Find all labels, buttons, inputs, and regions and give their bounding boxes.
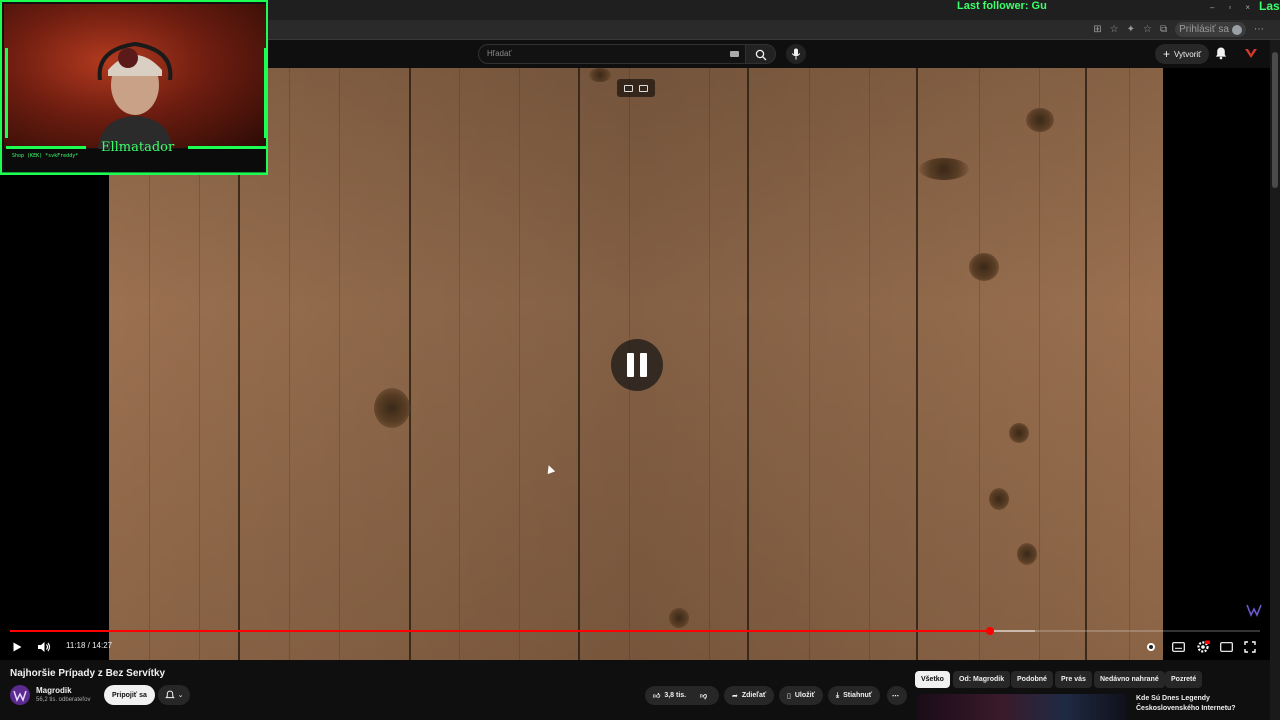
dislike-button[interactable]: 👎︎: [694, 686, 718, 705]
progress-scrubber[interactable]: [986, 627, 994, 635]
window-controls: – ▫ ×: [1210, 3, 1250, 12]
share-icon: ➦: [732, 692, 738, 700]
page-scrollbar-thumb[interactable]: [1272, 52, 1278, 188]
share-button[interactable]: ➦ Zdieľať: [724, 686, 775, 705]
bookmark-icon[interactable]: ☆: [1110, 24, 1119, 35]
search-button[interactable]: [746, 44, 776, 64]
more-menu-icon[interactable]: ⋯: [1254, 24, 1264, 35]
like-count[interactable]: 3,8 tis.: [664, 692, 686, 699]
chip-from-channel[interactable]: Od: Magrodik: [953, 671, 1011, 688]
streamer-silhouette: [97, 41, 173, 150]
chip-related[interactable]: Podobné: [1011, 671, 1053, 688]
video-title: Najhoršie Prípady z Bez Servítky: [10, 668, 166, 679]
recommended-title[interactable]: Kde Sú Dnes Legendy Československého Int…: [1136, 694, 1266, 714]
keyboard-icon[interactable]: [730, 51, 739, 57]
thumbs-up-icon[interactable]: 👍︎: [653, 691, 660, 700]
extensions-puzzle-icon[interactable]: ✦: [1127, 24, 1135, 35]
subtitles-button[interactable]: [1172, 640, 1185, 654]
streamer-webcam: Ellmatador Shop (KEK) *svkFreddy*: [0, 0, 268, 175]
fullscreen-button[interactable]: [1244, 640, 1256, 654]
favorites-icon[interactable]: ☆: [1143, 24, 1152, 35]
gear-icon: [1197, 640, 1210, 653]
share-label: Zdieľať: [741, 692, 767, 699]
save-label: Uložiť: [794, 692, 815, 699]
extension-icon[interactable]: ⊞: [1093, 24, 1101, 35]
thumbs-down-icon: 👎︎: [700, 693, 708, 700]
profile-avatar-icon: [1232, 24, 1242, 35]
theater-mode-icon[interactable]: [639, 84, 648, 92]
plus-icon: +: [1163, 47, 1171, 61]
more-icon: ⋯: [892, 692, 899, 700]
last-follower-text: Last follower: Gu: [957, 0, 1047, 12]
restore-button[interactable]: ▫: [1228, 3, 1231, 12]
minimize-button[interactable]: –: [1210, 3, 1214, 12]
miniplayer-icon[interactable]: [624, 84, 633, 92]
screen: – ▫ × ⊞ ☆ ✦ ☆ ⧉ Prihlásiť sa ⋯ Last foll…: [0, 0, 1280, 720]
streamer-subtext: Shop (KEK) *svkFreddy*: [12, 153, 79, 159]
download-icon: ⤓: [836, 691, 840, 699]
channel-subscribers: 56,2 tis. odberateľov: [36, 697, 91, 703]
chevron-down-icon: ⌄: [177, 692, 184, 699]
theater-button[interactable]: [1220, 640, 1233, 654]
bookmark-icon: ▯: [787, 692, 791, 700]
progress-bar[interactable]: [10, 627, 1260, 635]
chip-recently-uploaded[interactable]: Nedávno nahrané: [1094, 671, 1165, 688]
theater-icon: [1220, 642, 1233, 652]
progress-played: [10, 630, 990, 632]
volume-icon: [38, 642, 51, 652]
notifications-button[interactable]: ⌄: [158, 685, 190, 705]
download-label: Stiahnuť: [843, 692, 873, 699]
pause-indicator[interactable]: [611, 339, 663, 391]
signin-button[interactable]: Prihlásiť sa: [1175, 22, 1246, 37]
collections-icon[interactable]: ⧉: [1160, 24, 1167, 35]
time-display: 11:18 / 14:27: [66, 641, 113, 650]
chip-for-you[interactable]: Pre vás: [1055, 671, 1092, 688]
subtitles-icon: [1172, 642, 1185, 652]
user-avatar-icon[interactable]: [1243, 46, 1259, 62]
signin-label: Prihlásiť sa: [1179, 24, 1229, 35]
streamer-name: Ellmatador: [101, 140, 175, 155]
save-button[interactable]: ▯ Uložiť: [779, 686, 823, 705]
browser-toolbar-icons: ⊞ ☆ ✦ ☆ ⧉ Prihlásiť sa ⋯: [1093, 22, 1264, 37]
channel-logo-icon: [13, 690, 27, 702]
join-button[interactable]: Pripojiť sa: [104, 685, 155, 705]
chip-watched[interactable]: Pozreté: [1165, 671, 1203, 688]
mic-icon: [791, 48, 801, 60]
search-placeholder: Hľadať: [487, 49, 512, 58]
more-actions-button[interactable]: ⋯: [887, 686, 907, 705]
voice-search-button[interactable]: [786, 44, 806, 64]
channel-watermark-icon[interactable]: [1245, 601, 1263, 619]
channel-name[interactable]: Magrodik: [36, 686, 72, 695]
search-input[interactable]: Hľadať: [478, 44, 746, 64]
recommended-thumbnail[interactable]: [917, 694, 1127, 720]
autoplay-toggle[interactable]: [1146, 640, 1156, 654]
download-button[interactable]: ⤓ Stiahnuť: [828, 686, 881, 705]
create-label: Vytvoriť: [1174, 49, 1202, 59]
fullscreen-icon: [1244, 641, 1256, 653]
play-button[interactable]: [11, 640, 23, 654]
bell-icon[interactable]: [1214, 46, 1228, 60]
last-follower-edge-text: Last: [1259, 0, 1280, 13]
play-icon: [13, 642, 22, 652]
create-button[interactable]: + Vytvoriť: [1155, 44, 1210, 64]
autoplay-icon: [1147, 643, 1155, 651]
channel-avatar[interactable]: [10, 685, 30, 705]
join-label: Pripojiť sa: [112, 691, 147, 699]
miniplayer-controls[interactable]: [617, 79, 655, 97]
search-icon: [755, 49, 767, 61]
close-button[interactable]: ×: [1245, 3, 1250, 12]
settings-button[interactable]: [1196, 640, 1210, 654]
chip-all[interactable]: Všetko: [915, 671, 950, 688]
mute-button[interactable]: [37, 640, 51, 654]
bell-icon: [164, 690, 175, 699]
